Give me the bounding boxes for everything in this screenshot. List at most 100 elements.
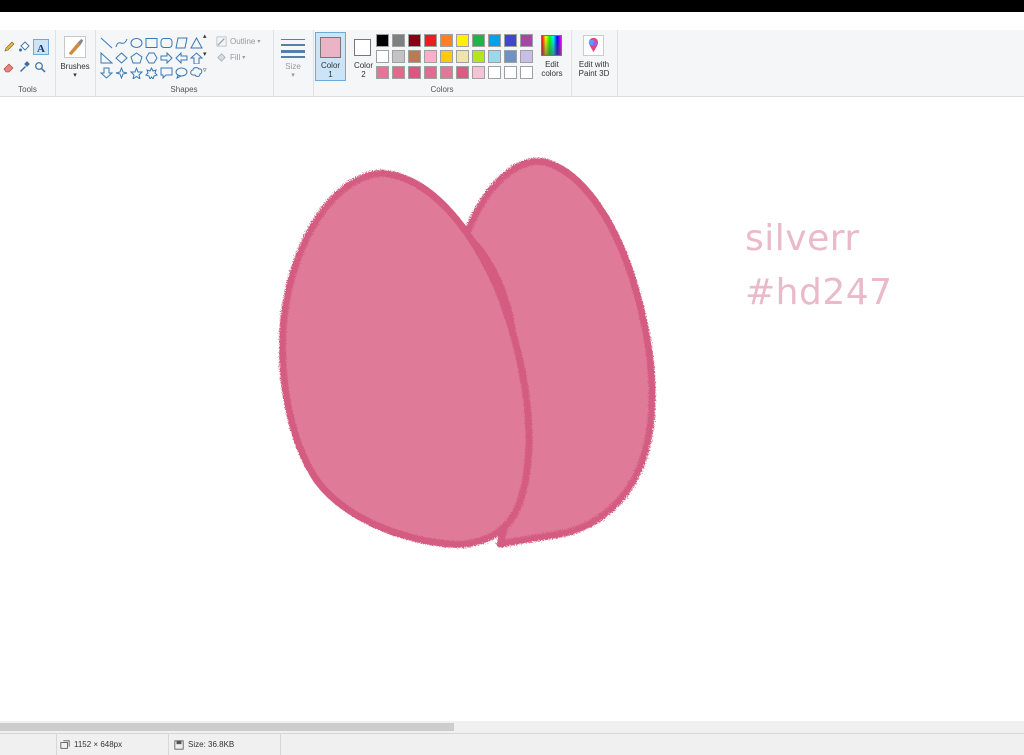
fill-dropdown-icon: ▾ bbox=[242, 54, 246, 61]
palette-swatch[interactable] bbox=[440, 34, 453, 47]
resize-icon bbox=[60, 739, 70, 749]
shape-tool[interactable] bbox=[99, 66, 114, 79]
paint3d-label-2: Paint 3D bbox=[578, 69, 610, 78]
palette-swatch[interactable] bbox=[456, 66, 469, 79]
gallery-expand-icon[interactable]: ▿ bbox=[203, 66, 207, 74]
shape-tool[interactable] bbox=[115, 66, 128, 80]
magnifier-icon[interactable] bbox=[33, 60, 47, 74]
brushes-button[interactable]: Brushes ▾ bbox=[59, 34, 91, 80]
shape-tool[interactable] bbox=[115, 51, 128, 64]
window-top-edge bbox=[0, 0, 1024, 12]
gallery-scroll-down-icon[interactable]: ▾ bbox=[203, 50, 207, 58]
palette-swatch[interactable] bbox=[504, 34, 517, 47]
shape-tool[interactable] bbox=[190, 66, 203, 78]
palette-swatch[interactable] bbox=[520, 50, 533, 63]
shape-tool[interactable] bbox=[115, 36, 128, 48]
palette-swatch[interactable] bbox=[472, 66, 485, 79]
palette-swatch[interactable] bbox=[376, 34, 389, 47]
edit-colors-icon bbox=[541, 35, 562, 56]
status-file-size: Size: 36.8KB bbox=[168, 734, 281, 755]
drawing-canvas[interactable]: silverr #hd247 bbox=[0, 97, 1024, 721]
pencil-icon[interactable] bbox=[2, 40, 16, 54]
brushes-dropdown-icon: ▾ bbox=[73, 72, 77, 79]
fill-button[interactable]: Fill ▾ bbox=[216, 51, 245, 63]
palette-swatch[interactable] bbox=[408, 66, 421, 79]
palette-swatch[interactable] bbox=[456, 50, 469, 63]
palette-swatch[interactable] bbox=[488, 66, 501, 79]
size-group: Size ▾ bbox=[273, 30, 314, 96]
watermark-line-2: #hd247 bbox=[745, 272, 893, 313]
shape-tool[interactable] bbox=[130, 36, 143, 48]
ribbon: A Tools Brushes ▾ ▴ ▾ ▿ Outline ▾ Fill ▾… bbox=[0, 30, 1024, 97]
text-icon[interactable]: A bbox=[33, 39, 49, 55]
palette-swatch[interactable] bbox=[408, 50, 421, 63]
paint3d-icon bbox=[583, 35, 604, 56]
tools-group: A Tools bbox=[0, 30, 56, 96]
outline-button[interactable]: Outline ▾ bbox=[216, 35, 260, 47]
image-dimensions-text: 1152 × 648px bbox=[74, 740, 123, 749]
palette-swatch[interactable] bbox=[520, 34, 533, 47]
paint3d-label-1: Edit with bbox=[578, 60, 610, 69]
shape-tool[interactable] bbox=[175, 51, 188, 65]
color-picker-icon[interactable] bbox=[17, 60, 31, 74]
outline-label: Outline bbox=[230, 36, 256, 46]
shapes-group-label: Shapes bbox=[170, 85, 198, 94]
shape-tool[interactable] bbox=[160, 66, 173, 80]
brushes-group: Brushes ▾ bbox=[55, 30, 96, 96]
palette-swatch[interactable] bbox=[472, 50, 485, 63]
shape-tool[interactable] bbox=[160, 51, 173, 65]
shape-tool[interactable] bbox=[145, 51, 158, 64]
color1-button[interactable]: Color 1 bbox=[315, 32, 346, 81]
shape-tool[interactable] bbox=[175, 36, 188, 49]
tools-group-label: Tools bbox=[18, 85, 37, 94]
palette-swatch[interactable] bbox=[424, 66, 437, 79]
edit-colors-label-2: colors bbox=[541, 69, 563, 78]
file-size-text: Size: 36.8KB bbox=[188, 740, 235, 749]
palette-swatch[interactable] bbox=[440, 50, 453, 63]
palette-swatch[interactable] bbox=[408, 34, 421, 47]
color1-number: 1 bbox=[328, 70, 333, 79]
svg-text:A: A bbox=[37, 43, 45, 53]
fill-icon[interactable] bbox=[17, 40, 31, 54]
palette-swatch[interactable] bbox=[376, 50, 389, 63]
size-button[interactable]: Size ▾ bbox=[277, 34, 309, 80]
palette-swatch[interactable] bbox=[392, 50, 405, 63]
shape-tool[interactable] bbox=[189, 51, 204, 65]
eraser-icon[interactable] bbox=[2, 60, 16, 74]
palette-swatch[interactable] bbox=[488, 50, 501, 63]
edit-colors-button[interactable]: Edit colors bbox=[537, 32, 567, 81]
palette-swatch[interactable] bbox=[520, 66, 533, 79]
palette-swatch[interactable] bbox=[440, 66, 453, 79]
palette-swatch[interactable] bbox=[376, 66, 389, 79]
gallery-scroll-up-icon[interactable]: ▴ bbox=[203, 32, 207, 40]
shape-tool[interactable] bbox=[145, 36, 158, 48]
shape-tool[interactable] bbox=[190, 36, 203, 49]
shape-tool[interactable] bbox=[145, 66, 158, 81]
palette-swatch[interactable] bbox=[424, 34, 437, 47]
shape-tool[interactable] bbox=[175, 66, 188, 79]
palette-swatch[interactable] bbox=[456, 34, 469, 47]
palette-swatch[interactable] bbox=[472, 34, 485, 47]
palette-swatch[interactable] bbox=[488, 34, 501, 47]
edit-with-paint3d-button[interactable]: Edit with Paint 3D bbox=[573, 32, 615, 81]
fill-label: Fill bbox=[230, 52, 241, 62]
shape-tool[interactable] bbox=[160, 36, 173, 48]
palette-swatch[interactable] bbox=[504, 50, 517, 63]
size-label: Size bbox=[285, 62, 301, 71]
color2-button[interactable]: Color 2 bbox=[348, 32, 379, 81]
shape-tool[interactable] bbox=[100, 36, 113, 49]
color1-label: Color bbox=[320, 61, 341, 70]
title-strip bbox=[0, 12, 1024, 31]
palette-swatch[interactable] bbox=[504, 66, 517, 79]
palette-swatch[interactable] bbox=[392, 34, 405, 47]
shape-tool[interactable] bbox=[100, 51, 114, 64]
horizontal-scroll-thumb[interactable] bbox=[0, 723, 454, 731]
horizontal-scrollbar[interactable] bbox=[0, 721, 1024, 733]
shape-tool[interactable] bbox=[129, 66, 144, 81]
status-cursor-position bbox=[0, 734, 57, 755]
outline-icon bbox=[216, 36, 227, 46]
palette-swatch[interactable] bbox=[424, 50, 437, 63]
shape-tool[interactable] bbox=[130, 51, 143, 64]
palette-swatch[interactable] bbox=[392, 66, 405, 79]
save-icon bbox=[174, 739, 184, 750]
